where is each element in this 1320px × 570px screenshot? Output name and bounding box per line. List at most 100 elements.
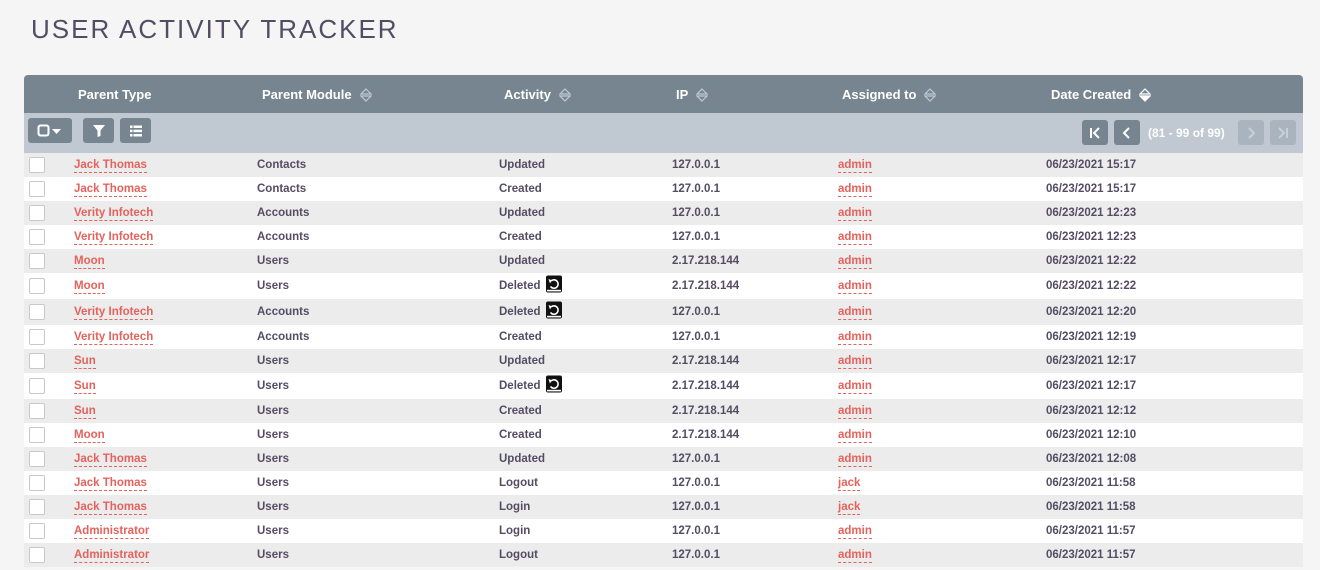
activity-text: Updated — [499, 255, 545, 267]
row-checkbox[interactable] — [29, 253, 45, 269]
ip-cell: 127.0.0.1 — [672, 183, 720, 195]
row-checkbox[interactable] — [29, 278, 45, 294]
assigned-user-link[interactable]: admin — [838, 231, 872, 245]
assigned-user-link[interactable]: jack — [838, 501, 861, 515]
date-created-cell: 06/23/2021 12:20 — [1046, 306, 1137, 318]
ip-cell: 127.0.0.1 — [672, 477, 720, 489]
activity-text: Updated — [499, 453, 545, 465]
parent-link[interactable]: Verity Infotech — [74, 331, 154, 345]
parent-link[interactable]: Verity Infotech — [74, 231, 154, 245]
parent-link[interactable]: Jack Thomas — [74, 453, 147, 467]
activity-cell: Login — [499, 525, 530, 537]
column-activity-label: Activity — [504, 87, 551, 102]
column-ip[interactable]: IP — [676, 87, 709, 102]
column-chooser-button[interactable] — [120, 118, 151, 143]
date-created-cell: 06/23/2021 11:58 — [1046, 501, 1136, 513]
parent-link[interactable]: Sun — [74, 355, 96, 369]
bulk-select-button[interactable] — [28, 118, 72, 143]
assigned-user-link[interactable]: admin — [838, 255, 872, 269]
parent-link[interactable]: Jack Thomas — [74, 501, 147, 515]
table-row: Moon Users Updated 2.17.218.144 admin 06… — [24, 249, 1303, 273]
column-assigned-to[interactable]: Assigned to — [842, 87, 937, 102]
parent-link[interactable]: Sun — [74, 405, 96, 419]
restore-icon[interactable] — [545, 375, 562, 393]
ip-cell: 2.17.218.144 — [672, 405, 740, 417]
assigned-user-link[interactable]: admin — [838, 331, 872, 345]
row-checkbox[interactable] — [29, 229, 45, 245]
assigned-user-link[interactable]: admin — [838, 159, 872, 173]
column-parent-module-label: Parent Module — [262, 87, 352, 102]
column-date-created[interactable]: Date Created — [1051, 87, 1152, 102]
row-checkbox[interactable] — [29, 378, 45, 394]
assigned-user-link[interactable]: admin — [838, 405, 872, 419]
first-page-button[interactable] — [1082, 120, 1108, 145]
table-row: Verity Infotech Accounts Created 127.0.0… — [24, 325, 1303, 349]
parent-link[interactable]: Jack Thomas — [74, 159, 147, 173]
restore-icon[interactable] — [545, 301, 562, 319]
assigned-user-link[interactable]: admin — [838, 183, 872, 197]
parent-link[interactable]: Moon — [74, 280, 105, 294]
row-checkbox[interactable] — [29, 304, 45, 320]
row-checkbox[interactable] — [29, 157, 45, 173]
assigned-user-link[interactable]: jack — [838, 477, 861, 491]
sort-desc-icon[interactable] — [1139, 87, 1152, 102]
row-checkbox[interactable] — [29, 353, 45, 369]
assigned-user-link[interactable]: admin — [838, 525, 872, 539]
assigned-user-link[interactable]: admin — [838, 207, 872, 221]
row-checkbox[interactable] — [29, 547, 45, 563]
previous-page-button[interactable] — [1114, 120, 1140, 145]
row-checkbox[interactable] — [29, 329, 45, 345]
table-row: Verity Infotech Accounts Updated 127.0.0… — [24, 201, 1303, 225]
sort-icon[interactable] — [558, 87, 571, 102]
column-parent-module[interactable]: Parent Module — [262, 87, 372, 102]
row-checkbox[interactable] — [29, 427, 45, 443]
parent-module-cell: Users — [257, 255, 289, 267]
table-row: Moon Users Deleted 2.17.218.144 admin 06… — [24, 273, 1303, 299]
parent-link[interactable]: Administrator — [74, 549, 150, 563]
ip-cell: 2.17.218.144 — [672, 380, 740, 392]
last-page-button[interactable] — [1270, 120, 1296, 145]
activity-text: Logout — [499, 549, 538, 561]
parent-link[interactable]: Moon — [74, 255, 105, 269]
ip-cell: 127.0.0.1 — [672, 231, 720, 243]
list-icon — [129, 125, 142, 136]
parent-link[interactable]: Verity Infotech — [74, 306, 154, 320]
ip-cell: 127.0.0.1 — [672, 525, 720, 537]
row-checkbox[interactable] — [29, 523, 45, 539]
assigned-user-link[interactable]: admin — [838, 355, 872, 369]
row-checkbox[interactable] — [29, 403, 45, 419]
parent-link[interactable]: Sun — [74, 380, 96, 394]
sort-icon[interactable] — [696, 87, 709, 102]
parent-link[interactable]: Verity Infotech — [74, 207, 154, 221]
activity-text: Created — [499, 429, 542, 441]
assigned-user-link[interactable]: admin — [838, 549, 872, 563]
restore-icon[interactable] — [545, 275, 562, 293]
first-page-icon — [1090, 126, 1100, 139]
sort-icon[interactable] — [359, 87, 372, 102]
row-checkbox[interactable] — [29, 451, 45, 467]
assigned-user-link[interactable]: admin — [838, 453, 872, 467]
column-activity[interactable]: Activity — [504, 87, 571, 102]
filter-button[interactable] — [83, 118, 114, 143]
assigned-user-link[interactable]: admin — [838, 306, 872, 320]
assigned-user-link[interactable]: admin — [838, 380, 872, 394]
assigned-user-link[interactable]: admin — [838, 280, 872, 294]
row-checkbox[interactable] — [29, 475, 45, 491]
table-row: Jack Thomas Users Login 127.0.0.1 jack 0… — [24, 495, 1303, 519]
date-created-cell: 06/23/2021 11:57 — [1046, 525, 1136, 537]
parent-link[interactable]: Jack Thomas — [74, 477, 147, 491]
parent-link[interactable]: Jack Thomas — [74, 183, 147, 197]
parent-link[interactable]: Administrator — [74, 525, 150, 539]
assigned-user-link[interactable]: admin — [838, 429, 872, 443]
row-checkbox[interactable] — [29, 205, 45, 221]
parent-link[interactable]: Moon — [74, 429, 105, 443]
column-assigned-to-label: Assigned to — [842, 87, 917, 102]
row-checkbox[interactable] — [29, 499, 45, 515]
row-checkbox[interactable] — [29, 181, 45, 197]
sort-icon[interactable] — [924, 87, 937, 102]
next-page-button[interactable] — [1238, 120, 1264, 145]
activity-text: Login — [499, 525, 531, 537]
date-created-cell: 06/23/2021 12:17 — [1046, 380, 1137, 392]
activity-text: Login — [499, 501, 531, 513]
list-view: Parent Type Parent Module Activity IP As… — [24, 75, 1303, 567]
